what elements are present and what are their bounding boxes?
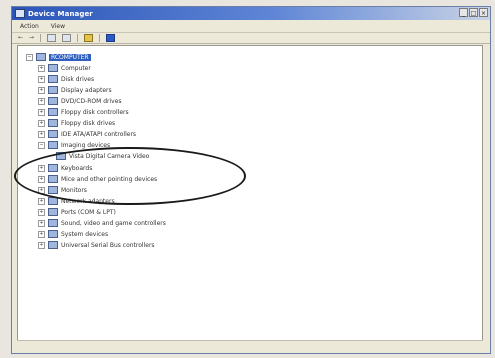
expand-icon[interactable]: + — [38, 175, 45, 183]
tree-item[interactable]: + Display adapters — [38, 85, 112, 95]
tree-item-label: Mice and other pointing devices — [61, 175, 158, 183]
device-manager-window: Device Manager _ □ × Action View ← → − R… — [11, 6, 491, 354]
back-arrow-icon[interactable]: ← — [18, 35, 23, 41]
system-device-icon — [48, 230, 58, 238]
collapse-icon[interactable]: − — [38, 141, 45, 149]
keyboard-icon — [48, 164, 58, 172]
tree-item-label: Vista Digital Camera Video — [69, 152, 150, 160]
help-icon[interactable] — [84, 34, 94, 42]
tree-item-label: Monitors — [61, 186, 87, 194]
tree-item-label: Disk drives — [61, 75, 95, 83]
expand-icon[interactable]: + — [38, 108, 45, 116]
tree-item-label: Computer — [61, 64, 91, 72]
ide-controller-icon — [48, 130, 58, 138]
tree-item-label: Network adapters — [61, 197, 115, 205]
menu-bar: Action View — [12, 21, 490, 33]
tree-item[interactable]: + Mice and other pointing devices — [38, 174, 157, 184]
monitor-icon — [48, 186, 58, 194]
tree-item[interactable]: + Sound, video and game controllers — [38, 218, 166, 228]
forward-arrow-icon[interactable]: → — [29, 35, 34, 41]
tree-item-label: Ports (COM & LPT) — [61, 208, 116, 216]
tree-root[interactable]: − RCOMPUTER — [26, 52, 91, 62]
tree-item-label: Imaging devices — [61, 141, 111, 149]
scan-hardware-icon[interactable] — [106, 34, 116, 42]
disk-drive-icon — [48, 75, 58, 83]
maximize-button[interactable]: □ — [469, 8, 478, 17]
tree-item[interactable]: + DVD/CD-ROM drives — [38, 96, 122, 106]
dvd-drive-icon — [48, 97, 58, 105]
collapse-icon[interactable]: − — [26, 53, 33, 61]
display-adapter-icon — [48, 86, 58, 94]
tree-item-label: Universal Serial Bus controllers — [61, 241, 155, 249]
close-button[interactable]: × — [479, 8, 488, 17]
tree-item[interactable]: + Universal Serial Bus controllers — [38, 240, 155, 250]
expand-icon[interactable]: + — [38, 119, 45, 127]
title-bar: Device Manager _ □ × — [12, 7, 490, 20]
floppy-controller-icon — [48, 108, 58, 116]
network-adapter-icon — [48, 197, 58, 205]
sound-icon — [48, 219, 58, 227]
expand-icon[interactable]: + — [38, 75, 45, 83]
tree-item[interactable]: + Network adapters — [38, 196, 115, 206]
expand-icon[interactable]: + — [38, 230, 45, 238]
computer-icon — [36, 53, 46, 61]
expand-icon[interactable]: + — [38, 86, 45, 94]
expand-icon[interactable]: + — [38, 219, 45, 227]
camera-icon — [56, 152, 66, 160]
tree-item-label: DVD/CD-ROM drives — [61, 97, 122, 105]
status-bar — [17, 340, 483, 349]
imaging-device-icon — [48, 141, 58, 149]
minimize-button[interactable]: _ — [459, 8, 468, 17]
window-title: Device Manager — [28, 9, 93, 18]
window-controls: _ □ × — [459, 8, 488, 17]
tree-item[interactable]: + IDE ATA/ATAPI controllers — [38, 129, 136, 139]
expand-icon[interactable]: + — [38, 241, 45, 249]
toolbar-separator — [99, 34, 101, 42]
expand-icon[interactable]: + — [38, 197, 45, 205]
tree-item-label: IDE ATA/ATAPI controllers — [61, 130, 137, 138]
tree-item-label: Sound, video and game controllers — [61, 219, 166, 227]
menu-view[interactable]: View — [51, 23, 65, 30]
tree-item[interactable]: + Monitors — [38, 185, 87, 195]
tree-item[interactable]: + System devices — [38, 229, 108, 239]
expand-icon[interactable]: + — [38, 186, 45, 194]
floppy-drive-icon — [48, 119, 58, 127]
port-icon — [48, 208, 58, 216]
tree-root-label: RCOMPUTER — [49, 53, 91, 61]
expand-icon[interactable]: + — [38, 64, 45, 72]
tree-item[interactable]: + Computer — [38, 63, 91, 73]
device-manager-icon — [15, 9, 25, 18]
toolbar-separator — [77, 34, 79, 42]
tree-item-label: Keyboards — [61, 164, 93, 172]
toolbar-separator — [40, 34, 42, 42]
expand-icon[interactable]: + — [38, 97, 45, 105]
expand-icon[interactable]: + — [38, 208, 45, 216]
tree-item[interactable]: + Disk drives — [38, 74, 94, 84]
toolbar: ← → — [12, 33, 490, 44]
tree-item-label: Floppy disk controllers — [61, 108, 129, 116]
properties-icon[interactable] — [62, 34, 72, 42]
menu-action[interactable]: Action — [20, 23, 39, 30]
expand-icon[interactable]: + — [38, 130, 45, 138]
usb-controller-icon — [48, 241, 58, 249]
tree-item[interactable]: + Ports (COM & LPT) — [38, 207, 116, 217]
mouse-icon — [48, 175, 58, 183]
tree-item[interactable]: + Floppy disk drives — [38, 118, 115, 128]
tree-item-label: Display adapters — [61, 86, 112, 94]
tree-item-label: System devices — [61, 230, 109, 238]
tree-item[interactable]: − Imaging devices — [38, 140, 110, 150]
tree-item[interactable]: + Floppy disk controllers — [38, 107, 129, 117]
expand-icon[interactable]: + — [38, 164, 45, 172]
tree-item-label: Floppy disk drives — [61, 119, 116, 127]
device-tree-panel: − RCOMPUTER + Computer + Disk drives + D… — [17, 45, 483, 341]
computer-icon — [48, 64, 58, 72]
tree-item[interactable]: + Keyboards — [38, 163, 92, 173]
tree-item-camera[interactable]: Vista Digital Camera Video — [56, 151, 149, 161]
up-level-icon[interactable] — [47, 34, 57, 42]
